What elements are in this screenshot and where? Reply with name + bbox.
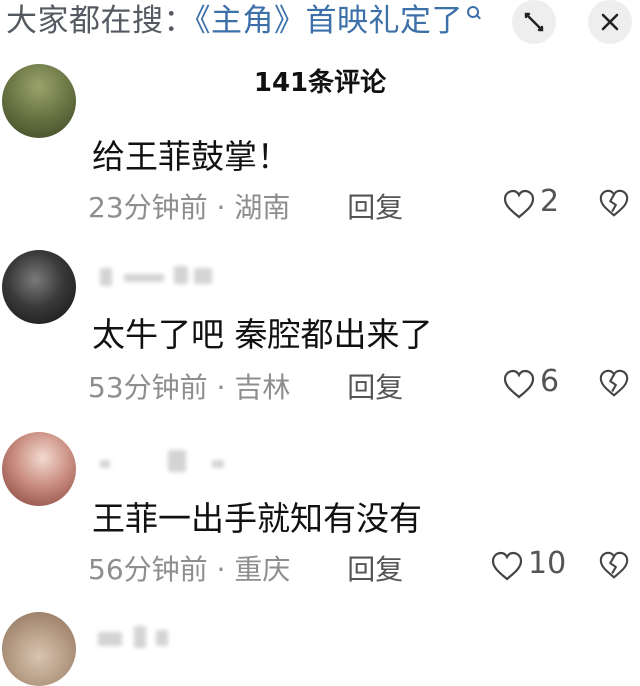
expand-icon bbox=[524, 12, 544, 32]
dislike-button[interactable] bbox=[598, 368, 630, 400]
meta-separator: · bbox=[216, 191, 226, 224]
expand-button[interactable] bbox=[512, 0, 556, 44]
username-blurred bbox=[96, 448, 226, 474]
close-icon bbox=[601, 13, 619, 31]
comment-time: 23分钟前 bbox=[88, 191, 208, 224]
heart-outline-icon bbox=[503, 189, 535, 219]
comment-meta: 53分钟前 · 吉林 回复 bbox=[88, 366, 403, 406]
top-bar: 大家都在搜：《主角》首映礼定了 bbox=[0, 0, 640, 46]
comment-text: 给王菲鼓掌！ bbox=[92, 137, 290, 176]
reply-button[interactable]: 回复 bbox=[347, 191, 403, 224]
avatar[interactable] bbox=[2, 250, 76, 324]
broken-heart-icon bbox=[599, 189, 629, 217]
avatar[interactable] bbox=[2, 432, 76, 506]
username-blurred bbox=[96, 624, 226, 650]
like-button[interactable]: 10 bbox=[490, 546, 600, 584]
meta-separator: · bbox=[216, 553, 226, 586]
comment-meta: 56分钟前 · 重庆 回复 bbox=[88, 548, 403, 588]
meta-separator: · bbox=[216, 371, 226, 404]
search-suggestion-prefix: 大家都在搜： bbox=[6, 3, 195, 39]
heart-outline-icon bbox=[503, 369, 535, 399]
comment-meta: 23分钟前 · 湖南 回复 bbox=[88, 186, 403, 226]
avatar[interactable] bbox=[2, 64, 76, 138]
reply-button[interactable]: 回复 bbox=[347, 553, 403, 586]
comment-time: 53分钟前 bbox=[88, 371, 208, 404]
search-suggestion-topic[interactable]: 《主角》首映礼定了 bbox=[195, 3, 463, 39]
username-blurred bbox=[96, 264, 226, 290]
comment-text: 太牛了吧 秦腔都出来了 bbox=[92, 315, 433, 354]
comment-location: 吉林 bbox=[234, 371, 291, 404]
comment-count: 141条评论 bbox=[253, 68, 387, 98]
like-button[interactable]: 2 bbox=[502, 184, 612, 222]
comment-time: 56分钟前 bbox=[88, 553, 208, 586]
like-count: 6 bbox=[540, 364, 560, 399]
search-suggestion[interactable]: 大家都在搜：《主角》首映礼定了 bbox=[6, 0, 481, 44]
dislike-button[interactable] bbox=[598, 188, 630, 220]
close-button[interactable] bbox=[588, 0, 632, 44]
avatar[interactable] bbox=[2, 612, 76, 686]
like-count: 2 bbox=[540, 184, 560, 219]
broken-heart-icon bbox=[599, 369, 629, 397]
heart-outline-icon bbox=[491, 551, 523, 581]
like-button[interactable]: 6 bbox=[502, 364, 612, 402]
like-count: 10 bbox=[528, 546, 567, 581]
reply-button[interactable]: 回复 bbox=[347, 371, 403, 404]
broken-heart-icon bbox=[599, 551, 629, 579]
search-icon[interactable] bbox=[465, 5, 481, 21]
comment-location: 重庆 bbox=[234, 553, 291, 586]
comment-text: 王菲一出手就知有没有 bbox=[92, 499, 422, 538]
dislike-button[interactable] bbox=[598, 550, 630, 582]
comment-location: 湖南 bbox=[234, 191, 291, 224]
